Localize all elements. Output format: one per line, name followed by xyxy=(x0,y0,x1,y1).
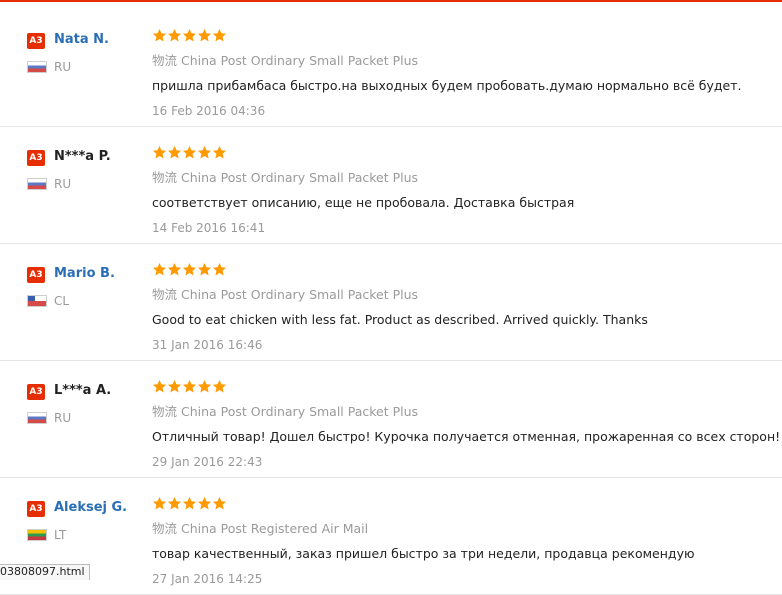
country-flag-icon xyxy=(27,61,47,73)
star-icon xyxy=(152,496,167,511)
logistics-label: 物流 xyxy=(152,170,178,185)
reviewer-name[interactable]: Aleksej G. xyxy=(54,500,127,516)
review-comment: соответствует описанию, еще не пробовала… xyxy=(152,195,575,210)
shipping-method-name: China Post Registered Air Mail xyxy=(181,521,369,536)
review-item: A3 N***a P. RU 物流 China Post Ordinary Small… xyxy=(0,126,782,244)
star-icon xyxy=(212,262,227,277)
reviewer-name[interactable]: Nata N. xyxy=(54,32,109,48)
star-rating xyxy=(152,496,227,512)
star-rating xyxy=(152,145,227,161)
review-item: A3 Mario B. CL 物流 China Post Ordinary Small… xyxy=(0,243,782,361)
star-icon xyxy=(212,145,227,160)
shipping-method-name: China Post Ordinary Small Packet Plus xyxy=(181,404,419,419)
country-flag-icon xyxy=(27,295,47,307)
shipping-method: 物流 China Post Ordinary Small Packet Plus xyxy=(152,53,418,69)
reviewer-country: RU xyxy=(54,60,72,74)
review-date: 31 Jan 2016 16:46 xyxy=(152,338,263,352)
star-icon xyxy=(182,28,197,43)
top-accent-bar xyxy=(0,0,782,2)
reviewer-country: LT xyxy=(54,528,67,542)
buyer-level-badge: A3 xyxy=(27,33,45,49)
reviewer-name: L***a A. xyxy=(54,383,112,398)
star-icon xyxy=(212,496,227,511)
browser-status-url: 03808097.html xyxy=(0,564,90,580)
shipping-method-name: China Post Ordinary Small Packet Plus xyxy=(181,170,419,185)
review-item: A3 Nata N. RU 物流 China Post Ordinary Small … xyxy=(0,9,782,127)
star-icon xyxy=(197,145,212,160)
star-icon xyxy=(182,379,197,394)
star-icon xyxy=(182,145,197,160)
buyer-level-badge: A3 xyxy=(27,267,45,283)
reviewer-name: N***a P. xyxy=(54,149,111,164)
star-icon xyxy=(152,379,167,394)
star-icon xyxy=(182,262,197,277)
buyer-level-badge: A3 xyxy=(27,384,45,400)
country-flag-icon xyxy=(27,412,47,424)
star-rating xyxy=(152,28,227,44)
country-flag-icon xyxy=(27,178,47,190)
review-comment: пришла прибамбаса быстро.на выходных буд… xyxy=(152,78,742,93)
star-icon xyxy=(197,379,212,394)
shipping-method: 物流 China Post Ordinary Small Packet Plus xyxy=(152,404,418,420)
review-date: 27 Jan 2016 14:25 xyxy=(152,572,263,586)
star-icon xyxy=(212,379,227,394)
star-icon xyxy=(167,496,182,511)
logistics-label: 物流 xyxy=(152,287,178,302)
star-icon xyxy=(197,262,212,277)
logistics-label: 物流 xyxy=(152,404,178,419)
reviewer-country: CL xyxy=(54,294,70,308)
review-comment: Отличный товар! Дошел быстро! Курочка по… xyxy=(152,429,781,444)
star-icon xyxy=(152,145,167,160)
review-date: 29 Jan 2016 22:43 xyxy=(152,455,263,469)
shipping-method: 物流 China Post Registered Air Mail xyxy=(152,521,368,537)
buyer-level-badge: A3 xyxy=(27,150,45,166)
star-icon xyxy=(197,28,212,43)
review-comment: товар качественный, заказ пришел быстро … xyxy=(152,546,695,561)
reviewer-country: RU xyxy=(54,411,72,425)
review-item: A3 Aleksej G. LT 物流 China Post Registered A… xyxy=(0,477,782,595)
star-icon xyxy=(167,262,182,277)
star-rating xyxy=(152,262,227,278)
star-icon xyxy=(167,379,182,394)
star-icon xyxy=(167,28,182,43)
logistics-label: 物流 xyxy=(152,53,178,68)
star-icon xyxy=(152,28,167,43)
reviewer-country: RU xyxy=(54,177,72,191)
star-icon xyxy=(212,28,227,43)
review-comment: Good to eat chicken with less fat. Produ… xyxy=(152,312,648,327)
shipping-method-name: China Post Ordinary Small Packet Plus xyxy=(181,53,419,68)
buyer-level-badge: A3 xyxy=(27,501,45,517)
star-icon xyxy=(167,145,182,160)
star-icon xyxy=(182,496,197,511)
review-date: 14 Feb 2016 16:41 xyxy=(152,221,266,235)
star-rating xyxy=(152,379,227,395)
review-item: A3 L***a A. RU 物流 China Post Ordinary Small… xyxy=(0,360,782,478)
star-icon xyxy=(152,262,167,277)
logistics-label: 物流 xyxy=(152,521,178,536)
shipping-method: 物流 China Post Ordinary Small Packet Plus xyxy=(152,170,418,186)
reviewer-name[interactable]: Mario B. xyxy=(54,266,115,282)
shipping-method-name: China Post Ordinary Small Packet Plus xyxy=(181,287,419,302)
star-icon xyxy=(197,496,212,511)
shipping-method: 物流 China Post Ordinary Small Packet Plus xyxy=(152,287,418,303)
review-date: 16 Feb 2016 04:36 xyxy=(152,104,266,118)
country-flag-icon xyxy=(27,529,47,541)
